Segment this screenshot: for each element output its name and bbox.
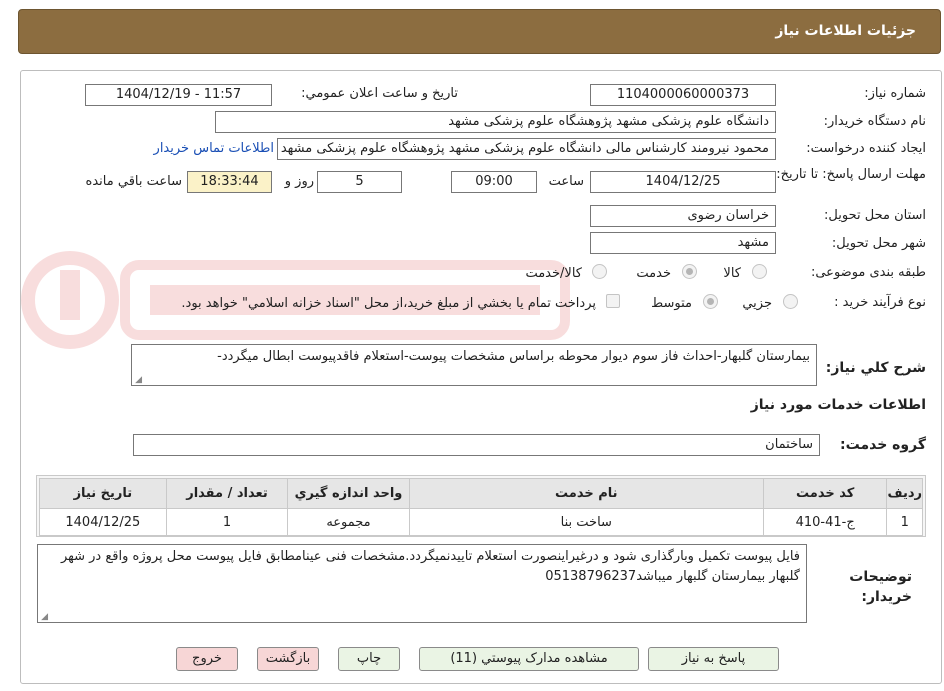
cell-service-name: ساخت بنا: [408, 508, 764, 536]
deadline-time-label: ساعت: [548, 174, 584, 189]
need-number-field: 1104000060000373: [590, 84, 776, 106]
print-button[interactable]: چاپ: [338, 647, 400, 671]
buyer-contact-link[interactable]: اطلاعات تماس خريدار: [154, 141, 274, 156]
exit-button[interactable]: خروج: [176, 647, 238, 671]
category-goods-radio[interactable]: [752, 264, 767, 279]
buyer-notes-text: فایل پیوست تکمیل وبارگذاری شود و درغیرای…: [60, 549, 800, 584]
remaining-time-label: ساعت باقي مانده: [85, 174, 182, 189]
need-number-label: شماره نیاز:: [864, 86, 926, 101]
process-label: نوع فرآيند خريد :: [834, 295, 926, 310]
payment-note: پرداخت تمام يا بخشي از مبلغ خريد،از محل …: [181, 296, 596, 311]
service-group-field: ساختمان: [133, 434, 820, 456]
service-group-label: گروه خدمت:: [840, 437, 926, 453]
page-header: جزئیات اطلاعات نیاز: [18, 9, 941, 54]
buyer-org-field: دانشگاه علوم پزشکی مشهد پژوهشگاه علوم پز…: [215, 111, 776, 133]
remaining-time-field: 18:33:44: [187, 171, 272, 193]
city-field: مشهد: [590, 232, 776, 254]
province-label: استان محل تحويل:: [824, 208, 926, 223]
deadline-date-field: 1404/12/25: [590, 171, 776, 193]
view-attachments-button[interactable]: مشاهده مدارک پيوستي (11): [419, 647, 639, 671]
col-service-code-header: کد خدمت: [762, 478, 888, 509]
cell-quantity: 1: [165, 508, 289, 536]
col-service-name-header: نام خدمت: [408, 478, 764, 509]
city-label: شهر محل تحويل:: [831, 236, 926, 251]
category-service-radio[interactable]: [682, 264, 697, 279]
process-medium-radio[interactable]: [703, 294, 718, 309]
category-goods-service-label: کالا/خدمت: [525, 266, 582, 281]
deadline-time-field: 09:00: [451, 171, 537, 193]
buyer-notes-label: توضيحات خريدار:: [849, 569, 912, 605]
category-goods-label: کالا: [723, 266, 741, 281]
remaining-days-field: 5: [317, 171, 402, 193]
requester-field: محمود نیرومند کارشناس مالی دانشگاه علوم …: [277, 138, 776, 160]
cell-row-number: 1: [886, 508, 923, 536]
col-row-header: رديف: [886, 478, 923, 509]
services-table: رديف کد خدمت نام خدمت واحد اندازه گيري ت…: [39, 478, 923, 536]
col-quantity-header: تعداد / مقدار: [165, 478, 289, 509]
table-row: 1 ج-41-410 ساخت بنا مجموعه 1 1404/12/25: [39, 508, 923, 536]
respond-button[interactable]: پاسخ به نياز: [648, 647, 779, 671]
category-service-label: خدمت: [636, 266, 671, 281]
announce-datetime-field: 1404/12/19 - 11:57: [85, 84, 272, 106]
process-partial-radio[interactable]: [783, 294, 798, 309]
resize-handle-icon[interactable]: ◢: [40, 613, 48, 622]
cell-need-date: 1404/12/25: [39, 508, 167, 536]
days-label: روز و: [284, 174, 314, 189]
deadline-label: مهلت ارسال پاسخ: تا تاريخ:: [776, 167, 926, 182]
requester-label: ايجاد کننده درخواست:: [806, 141, 926, 156]
category-goods-service-radio[interactable]: [592, 264, 607, 279]
announce-label: تاریخ و ساعت اعلان عمومي:: [301, 86, 458, 101]
services-section-title: اطلاعات خدمات مورد نياز: [750, 397, 926, 413]
treasury-bonds-checkbox[interactable]: [606, 294, 620, 308]
province-field: خراسان رضوی: [590, 205, 776, 227]
back-button[interactable]: بازگشت: [257, 647, 319, 671]
page-title: جزئیات اطلاعات نیاز: [775, 23, 916, 39]
description-text: بیمارستان گلبهار-احداث فاز سوم دیوار محو…: [217, 349, 810, 364]
process-partial-label: جزيي: [742, 296, 772, 311]
buyer-notes-textarea[interactable]: فایل پیوست تکمیل وبارگذاری شود و درغیرای…: [37, 544, 807, 623]
process-medium-label: متوسط: [651, 296, 692, 311]
buyer-org-label: نام دستگاه خريدار:: [823, 114, 926, 129]
description-label: شرح کلي نياز:: [825, 360, 926, 376]
table-header-row: رديف کد خدمت نام خدمت واحد اندازه گيري ت…: [39, 478, 923, 509]
category-label: طبقه بندی موضوعی:: [810, 265, 926, 280]
col-need-date-header: تاريخ نياز: [39, 478, 167, 509]
description-textarea[interactable]: بیمارستان گلبهار-احداث فاز سوم دیوار محو…: [131, 344, 817, 386]
cell-unit: مجموعه: [287, 508, 410, 536]
col-unit-header: واحد اندازه گيري: [287, 478, 410, 509]
resize-handle-icon[interactable]: ◢: [134, 376, 142, 385]
cell-service-code: ج-41-410: [762, 508, 888, 536]
